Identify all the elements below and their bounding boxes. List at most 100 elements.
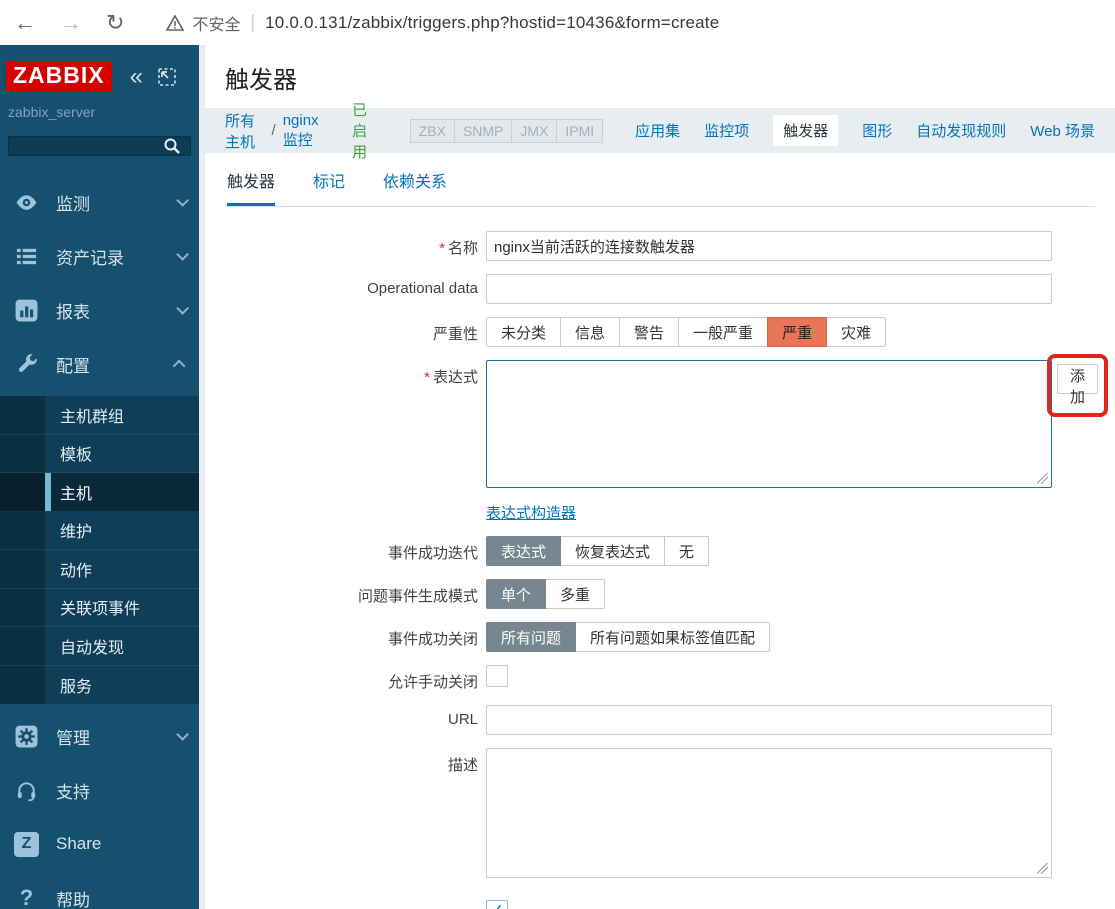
search-input[interactable] [9, 137, 154, 155]
url-input[interactable] [486, 705, 1052, 735]
tab-trigger[interactable]: 触发器 [227, 168, 276, 206]
check-icon: ✓ [490, 901, 504, 909]
event-mode-multiple[interactable]: 多重 [545, 579, 606, 609]
breadcrumb: 所有主机 / nginx监控 已启用 ZBX SNMP JMX IPMI 应用集… [205, 102, 1115, 161]
breadcrumb-host-link[interactable]: nginx监控 [283, 112, 326, 150]
forward-icon[interactable]: → [60, 10, 82, 36]
ok-event-closes-selector: 所有问题 所有问题如果标签值匹配 [486, 622, 771, 652]
severity-high[interactable]: 严重 [767, 317, 828, 347]
enabled-label: 已启用 [225, 900, 478, 909]
sidebar-item-administration[interactable]: 管理 [0, 714, 199, 758]
collapse-sidebar-icon[interactable]: « [130, 63, 143, 91]
chevron-down-icon [176, 247, 189, 261]
sidebar-item-maintenance[interactable]: 维护 [0, 512, 199, 550]
sidebar-footer: 支持 Z Share ? 帮助 [0, 768, 199, 909]
severity-disaster[interactable]: 灾难 [826, 317, 887, 347]
search-icon[interactable] [154, 137, 190, 155]
tab-tags[interactable]: 标记 [313, 168, 345, 206]
sidebar-item-host-groups[interactable]: 主机群组 [0, 396, 199, 435]
nav-applications[interactable]: 应用集 [635, 120, 680, 141]
zabbix-logo[interactable]: ZABBIX [6, 61, 112, 92]
problem-event-mode-selector: 单个 多重 [486, 579, 606, 609]
name-input[interactable] [486, 231, 1052, 261]
severity-label: 严重性 [432, 326, 478, 343]
ok-event-generation-selector: 表达式 恢复表达式 无 [486, 536, 710, 566]
closes-all-problems[interactable]: 所有问题 [486, 622, 577, 652]
help-icon: ? [19, 885, 34, 909]
sidebar: ZABBIX « zabbix_server 监测 资产记录 报表 配置 主机群… [0, 45, 205, 909]
operational-data-input[interactable] [486, 274, 1052, 304]
url-text[interactable]: 10.0.0.131/zabbix/triggers.php?hostid=10… [265, 13, 719, 33]
address-separator: | [250, 12, 256, 32]
sidebar-item-inventory[interactable]: 资产记录 [0, 234, 199, 278]
sidebar-item-actions[interactable]: 动作 [0, 550, 199, 589]
add-expression-button[interactable]: 添加 [1057, 364, 1099, 406]
headset-icon [14, 778, 39, 803]
jmx-badge: JMX [512, 118, 558, 143]
page-title: 触发器 [225, 67, 297, 94]
ok-gen-recovery-expression[interactable]: 恢复表达式 [560, 536, 666, 566]
sidebar-item-hosts[interactable]: 主机 [0, 473, 199, 512]
browser-toolbar: ← → ↻ 不安全 | 10.0.0.131/zabbix/triggers.p… [0, 0, 1115, 45]
expression-textarea[interactable] [486, 360, 1052, 488]
enabled-checkbox[interactable]: ✓ [486, 900, 508, 909]
manual-close-checkbox[interactable] [486, 665, 508, 687]
red-annotation-box: 添加 [1047, 354, 1109, 417]
breadcrumb-separator: / [271, 122, 276, 139]
nav-discovery-rules[interactable]: 自动发现规则 [916, 120, 1006, 141]
tab-dependencies[interactable]: 依赖关系 [383, 168, 447, 206]
severity-not-classified[interactable]: 未分类 [486, 317, 562, 347]
ok-gen-none[interactable]: 无 [664, 536, 710, 566]
ok-gen-expression[interactable]: 表达式 [486, 536, 562, 566]
list-icon [14, 244, 39, 269]
host-nav: 应用集 监控项 触发器 图形 自动发现规则 Web 场景 [635, 115, 1095, 146]
back-icon[interactable]: ← [14, 10, 36, 36]
url-label: URL [447, 711, 478, 728]
severity-average[interactable]: 一般严重 [678, 317, 769, 347]
wrench-icon [14, 352, 39, 377]
manual-close-label: 允许手动关闭 [387, 674, 478, 691]
closes-all-if-tag-match[interactable]: 所有问题如果标签值匹配 [575, 622, 771, 652]
eye-icon [14, 190, 39, 215]
zabbix-share-icon: Z [14, 831, 39, 857]
severity-warning[interactable]: 警告 [619, 317, 680, 347]
nav-items[interactable]: 监控项 [704, 120, 749, 141]
sidebar-item-reports[interactable]: 报表 [0, 288, 199, 332]
sidebar-item-share[interactable]: Z Share [0, 822, 199, 866]
sidebar-item-services[interactable]: 服务 [0, 666, 199, 705]
sidebar-item-support[interactable]: 支持 [0, 768, 199, 812]
ok-event-closes-label: 事件成功关闭 [387, 631, 478, 648]
form-tabs: 触发器 标记 依赖关系 [225, 153, 1095, 207]
security-label: 不安全 [192, 16, 241, 34]
sidebar-item-configuration[interactable]: 配置 [0, 342, 199, 386]
severity-information[interactable]: 信息 [560, 317, 621, 347]
description-label: 描述 [447, 757, 478, 774]
address-bar[interactable]: 不安全 | 10.0.0.131/zabbix/triggers.php?hos… [166, 11, 719, 35]
sidebar-item-event-correlation[interactable]: 关联项事件 [0, 589, 199, 627]
chevron-down-icon [176, 193, 189, 207]
breadcrumb-all-hosts-link[interactable]: 所有主机 [225, 110, 265, 152]
sidebar-menu: 监测 资产记录 报表 配置 主机群组 模板 主机 维护 动作 关联项事件 自动发… [0, 180, 199, 768]
event-mode-single[interactable]: 单个 [486, 579, 547, 609]
expression-constructor-link[interactable]: 表达式构造器 [486, 502, 576, 523]
reload-icon[interactable]: ↻ [106, 10, 124, 36]
nav-web-scenarios[interactable]: Web 场景 [1030, 120, 1095, 141]
operational-data-label: Operational data [367, 280, 478, 297]
sidebar-item-help[interactable]: ? 帮助 [0, 876, 199, 909]
nav-triggers[interactable]: 触发器 [773, 115, 839, 146]
ipmi-badge: IPMI [557, 118, 604, 143]
sidebar-search[interactable] [8, 136, 191, 156]
chevron-down-icon [176, 301, 189, 315]
snmp-badge: SNMP [454, 118, 513, 143]
name-label: * 名称 [439, 240, 478, 257]
chevron-up-icon [172, 359, 186, 372]
nav-graphs[interactable]: 图形 [862, 120, 892, 141]
zbx-badge: ZBX [409, 118, 455, 143]
expression-label: * 表达式 [424, 369, 478, 386]
configuration-submenu: 主机群组 模板 主机 维护 动作 关联项事件 自动发现 服务 [0, 396, 199, 704]
fullscreen-icon[interactable] [157, 67, 177, 87]
sidebar-item-templates[interactable]: 模板 [0, 435, 199, 473]
sidebar-item-monitoring[interactable]: 监测 [0, 180, 199, 224]
description-textarea[interactable] [486, 748, 1052, 878]
sidebar-item-discovery[interactable]: 自动发现 [0, 627, 199, 666]
